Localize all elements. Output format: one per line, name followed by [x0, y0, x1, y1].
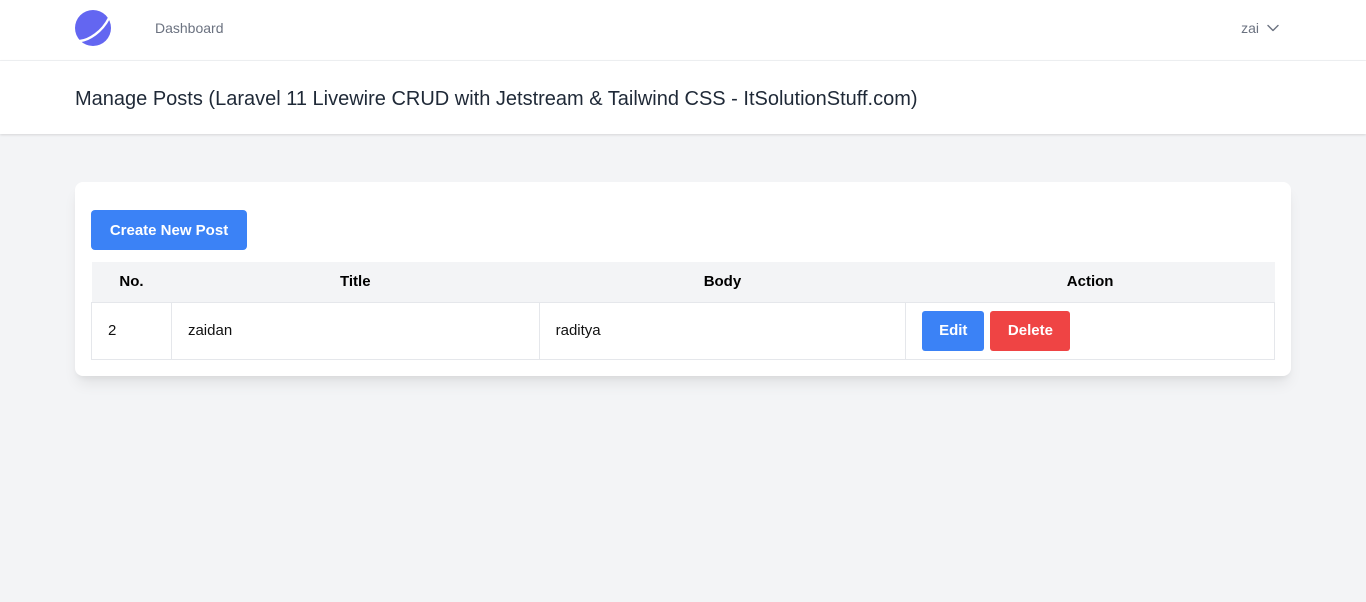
chevron-down-icon — [1267, 24, 1279, 32]
column-header-no: No. — [91, 262, 172, 302]
edit-button[interactable]: Edit — [922, 310, 985, 351]
nav-link-dashboard[interactable]: Dashboard — [155, 20, 224, 36]
user-name: zai — [1241, 20, 1259, 36]
cell-action: Edit Delete — [905, 301, 1275, 360]
column-header-action: Action — [905, 262, 1275, 302]
column-header-title: Title — [171, 262, 540, 302]
table-header-row: No. Title Body Action — [91, 262, 1275, 302]
delete-button[interactable]: Delete — [990, 310, 1071, 351]
posts-card: Create New Post No. Title Body Action 2 … — [75, 182, 1291, 376]
app-logo-icon[interactable] — [75, 10, 111, 46]
create-new-post-button[interactable]: Create New Post — [91, 210, 247, 250]
top-navbar: Dashboard zai — [0, 0, 1366, 61]
posts-table: No. Title Body Action 2 zaidan raditya E… — [91, 262, 1275, 360]
user-dropdown[interactable]: zai — [1241, 20, 1279, 36]
cell-title: zaidan — [170, 301, 540, 360]
table-row: 2 zaidan raditya Edit Delete — [91, 301, 1275, 360]
column-header-body: Body — [539, 262, 906, 302]
page-title: Manage Posts (Laravel 11 Livewire CRUD w… — [75, 88, 918, 110]
page-header: Manage Posts (Laravel 11 Livewire CRUD w… — [0, 61, 1366, 134]
cell-no: 2 — [91, 301, 172, 360]
cell-body: raditya — [538, 301, 907, 360]
